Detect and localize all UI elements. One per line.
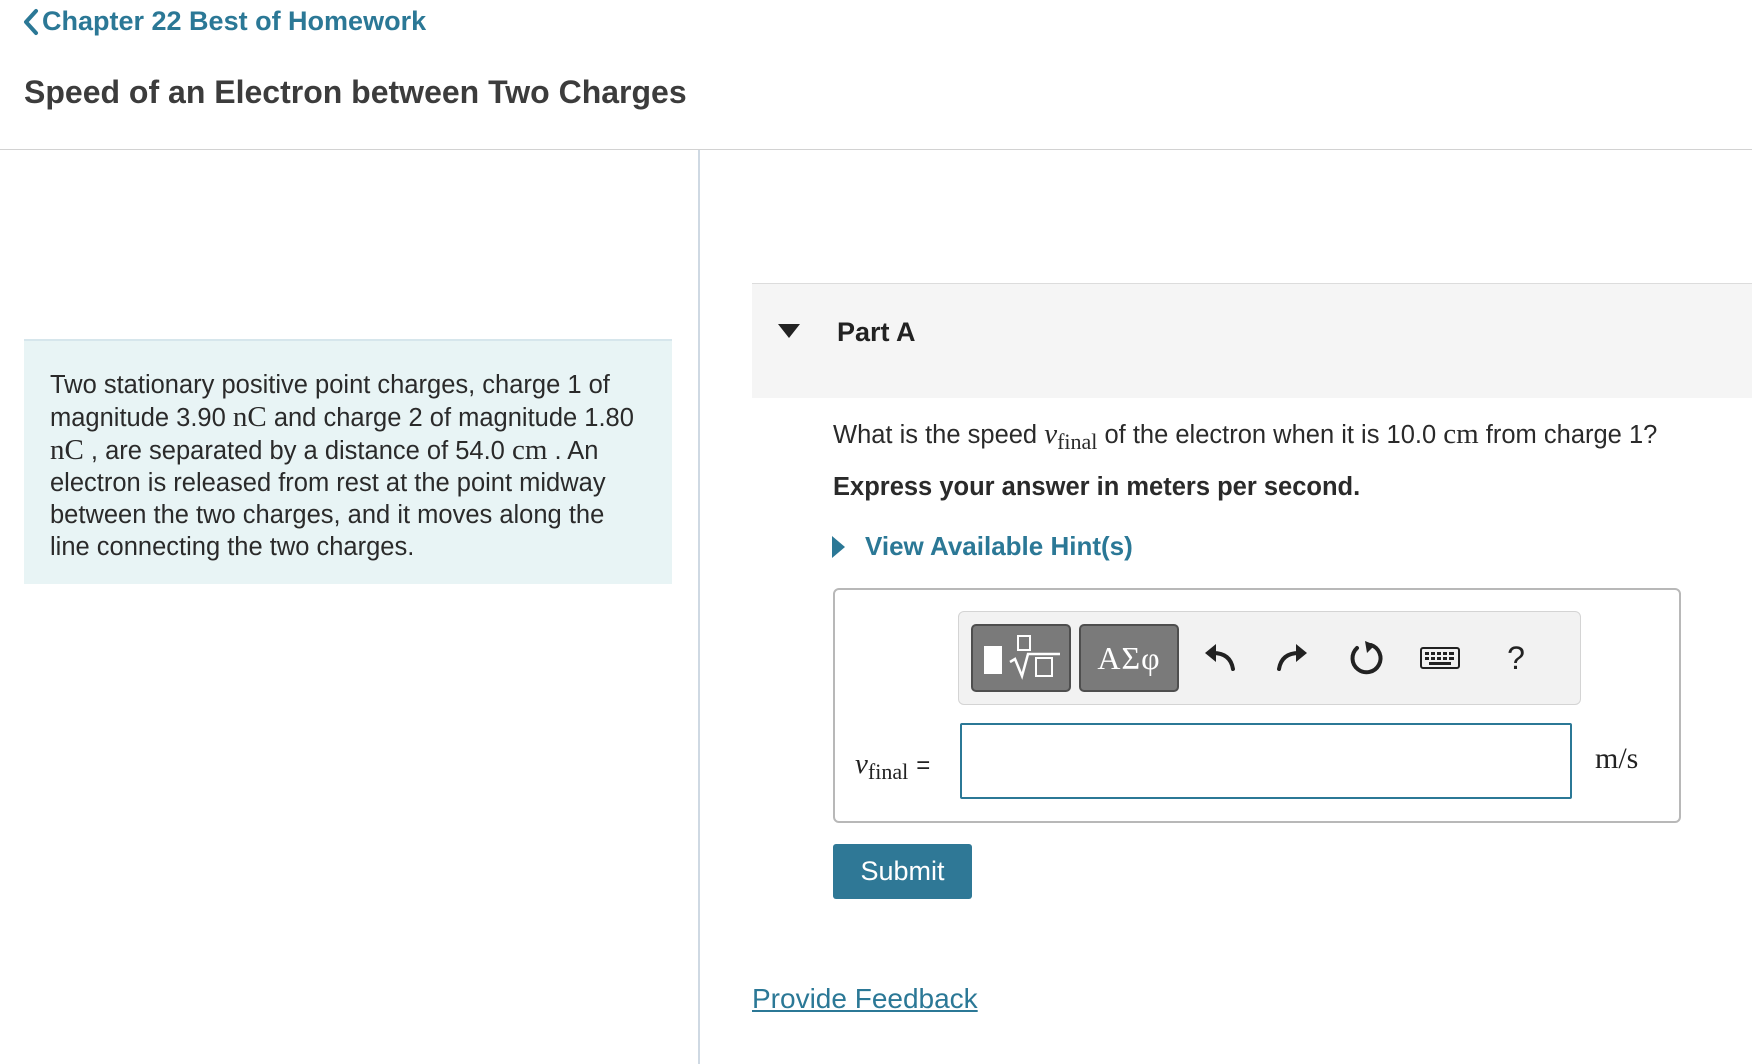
unit-cm: cm bbox=[1443, 418, 1479, 450]
math-toolbar: ΑΣφ ? bbox=[958, 611, 1581, 705]
reset-icon bbox=[1350, 641, 1383, 675]
breadcrumb-label: Chapter 22 Best of Homework bbox=[42, 6, 427, 36]
submit-button[interactable]: Submit bbox=[833, 844, 972, 899]
unit-nc: nC bbox=[50, 434, 84, 466]
answer-variable-label: vfinal = bbox=[855, 748, 931, 784]
greek-symbols-button[interactable]: ΑΣφ bbox=[1079, 624, 1179, 692]
help-label: ? bbox=[1507, 639, 1525, 676]
undo-button[interactable] bbox=[1193, 632, 1247, 684]
provide-feedback-link[interactable]: Provide Feedback bbox=[752, 983, 978, 1015]
templates-button[interactable] bbox=[971, 624, 1071, 692]
help-button[interactable]: ? bbox=[1489, 632, 1543, 684]
reset-button[interactable] bbox=[1339, 632, 1393, 684]
breadcrumb-back-link[interactable]: Chapter 22 Best of Homework bbox=[22, 6, 426, 37]
redo-icon bbox=[1277, 644, 1307, 671]
unit-nc: nC bbox=[232, 401, 267, 433]
unit-cm: cm bbox=[511, 434, 548, 466]
redo-button[interactable] bbox=[1265, 632, 1319, 684]
undo-icon bbox=[1205, 644, 1235, 671]
collapse-triangle-icon[interactable] bbox=[778, 324, 800, 338]
view-hints-toggle[interactable]: View Available Hint(s) bbox=[832, 531, 1133, 562]
keyboard-button[interactable] bbox=[1413, 632, 1467, 684]
var-v: v bbox=[1044, 418, 1058, 450]
expand-triangle-icon bbox=[832, 535, 845, 558]
part-a-header[interactable]: Part A bbox=[752, 283, 1752, 398]
column-divider bbox=[698, 150, 700, 1064]
view-hints-label: View Available Hint(s) bbox=[865, 531, 1133, 561]
answer-panel: ΑΣφ ? vfinal = m/s bbox=[833, 588, 1681, 823]
var-sub-final: final bbox=[1057, 429, 1098, 454]
greek-symbols-label: ΑΣφ bbox=[1097, 639, 1161, 676]
question-text: What is the speed vfinal of the electron… bbox=[833, 418, 1658, 454]
problem-intro: Two stationary positive point charges, c… bbox=[24, 339, 672, 584]
page-title: Speed of an Electron between Two Charges bbox=[24, 74, 687, 110]
header-divider bbox=[0, 149, 1752, 150]
chevron-left-icon bbox=[24, 8, 38, 35]
answer-input[interactable] bbox=[960, 723, 1572, 799]
answer-units: m/s bbox=[1595, 742, 1639, 775]
part-a-label: Part A bbox=[837, 317, 916, 347]
templates-sqrt-icon bbox=[984, 635, 1060, 680]
keyboard-icon bbox=[1420, 647, 1460, 669]
answer-instruction: Express your answer in meters per second… bbox=[833, 473, 1361, 501]
